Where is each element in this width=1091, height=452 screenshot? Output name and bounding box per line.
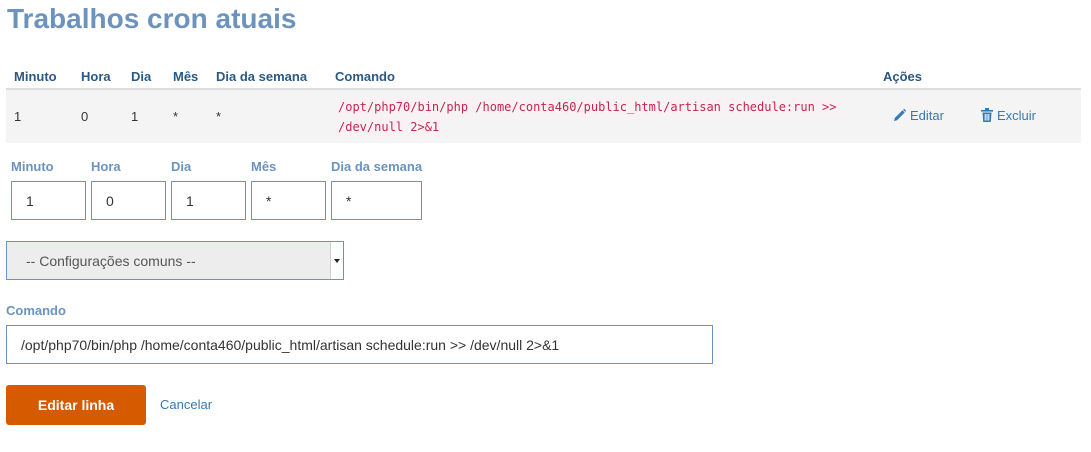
header-day: Dia — [123, 64, 165, 90]
day-input[interactable] — [171, 181, 246, 220]
header-hour: Hora — [73, 64, 123, 90]
minute-input[interactable] — [11, 181, 86, 220]
hour-label: Hora — [91, 159, 121, 174]
minute-label: Minuto — [11, 159, 54, 174]
delete-label: Excluir — [997, 107, 1037, 123]
command-input[interactable] — [6, 325, 713, 364]
common-settings-selected: -- Configurações comuns -- — [26, 253, 196, 269]
weekday-input[interactable] — [331, 181, 422, 220]
chevron-down-icon — [330, 242, 343, 279]
month-input[interactable] — [251, 181, 326, 220]
common-settings-select[interactable]: -- Configurações comuns -- — [6, 241, 344, 280]
page-title: Trabalhos cron atuais — [7, 3, 297, 34]
cell-day: 1 — [123, 89, 165, 143]
cell-delete-action: Excluir — [981, 89, 1081, 143]
cell-command: /opt/php70/bin/php /home/conta460/public… — [327, 89, 883, 143]
header-actions-spacer — [981, 64, 1081, 90]
pencil-icon — [894, 109, 906, 121]
month-label: Mês — [251, 159, 277, 174]
table-header-row: Minuto Hora Dia Mês Dia da semana Comand… — [6, 64, 1081, 90]
cron-jobs-table: Minuto Hora Dia Mês Dia da semana Comand… — [6, 64, 1081, 143]
command-code-line1: /opt/php70/bin/php /home/conta460/public… — [335, 96, 840, 117]
header-command: Comando — [327, 64, 883, 90]
edit-line-button[interactable]: Editar linha — [6, 385, 146, 425]
header-month: Mês — [165, 64, 208, 90]
header-minute: Minuto — [6, 64, 73, 90]
header-weekday: Dia da semana — [208, 64, 327, 90]
cell-edit-action: Editar — [883, 89, 981, 143]
table-row: 1 0 1 * * /opt/php70/bin/php /home/conta… — [6, 89, 1081, 143]
trash-icon — [981, 108, 993, 123]
edit-button[interactable]: Editar — [893, 108, 944, 123]
weekday-label: Dia da semana — [331, 159, 423, 174]
command-code-line2: /dev/null 2>&1 — [335, 116, 443, 137]
cell-month: * — [165, 89, 208, 143]
cancel-link[interactable]: Cancelar — [160, 397, 212, 412]
day-label: Dia — [171, 159, 192, 174]
command-label: Comando — [6, 303, 66, 318]
delete-button[interactable]: Excluir — [981, 108, 1036, 123]
cell-hour: 0 — [73, 89, 123, 143]
cell-weekday: * — [208, 89, 327, 143]
header-actions: Ações — [883, 64, 981, 90]
cell-minute: 1 — [6, 89, 73, 143]
hour-input[interactable] — [91, 181, 166, 220]
edit-label: Editar — [910, 108, 944, 123]
